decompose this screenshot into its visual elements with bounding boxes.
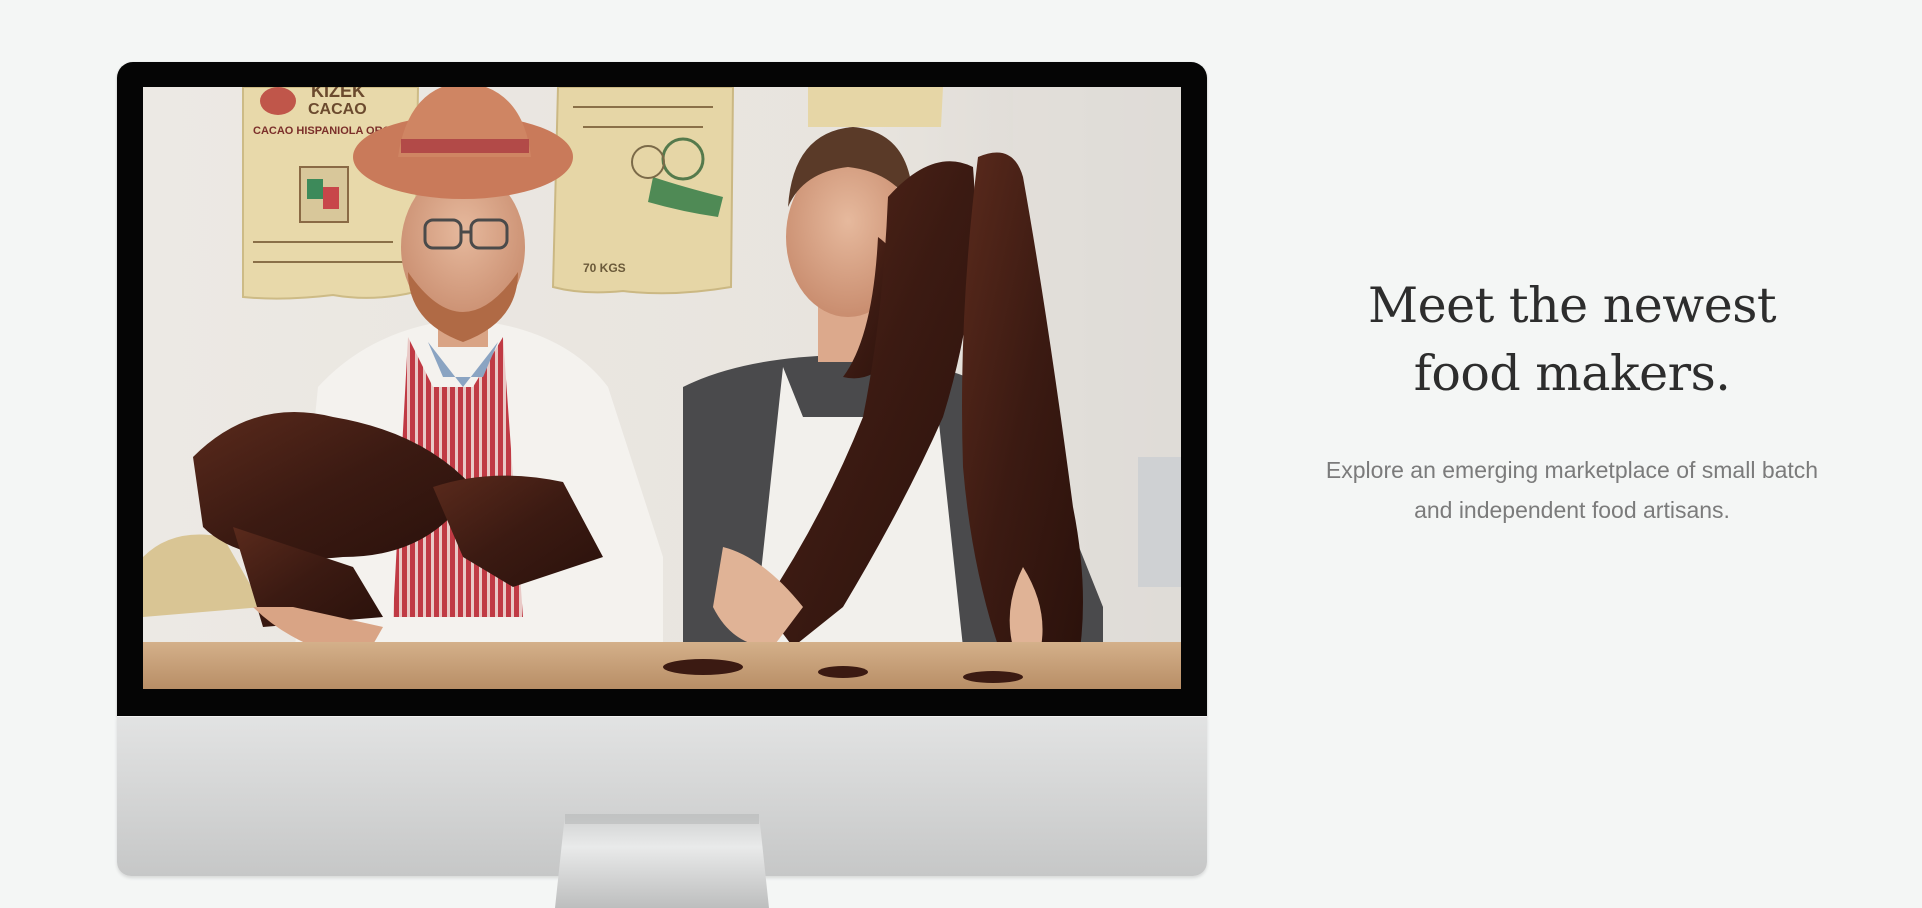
imac-screen: KIZEK CACAO CACAO HISPANIOLA ORGANICO 70…: [143, 87, 1181, 689]
cacao-sack-right: [808, 87, 943, 127]
headline-line-1: Meet the newest: [1367, 277, 1777, 334]
hero-photo: KIZEK CACAO CACAO HISPANIOLA ORGANICO 70…: [143, 87, 1181, 689]
workbench: [143, 642, 1181, 689]
svg-text:CACAO: CACAO: [308, 101, 367, 118]
cacao-sack-left: KIZEK CACAO CACAO HISPANIOLA ORGANICO: [242, 87, 427, 300]
svg-text:70 KGS: 70 KGS: [583, 261, 626, 275]
hero-headline: Meet the newest food makers.: [1270, 272, 1874, 408]
imac-device: KIZEK CACAO CACAO HISPANIOLA ORGANICO 70…: [117, 62, 1207, 908]
imac-bezel: KIZEK CACAO CACAO HISPANIOLA ORGANICO 70…: [117, 62, 1207, 716]
headline-line-2: food makers.: [1413, 345, 1731, 402]
svg-text:KIZEK: KIZEK: [311, 87, 365, 101]
hero-subcopy: Explore an emerging marketplace of small…: [1325, 457, 1819, 523]
cacao-sack-center: 70 KGS: [551, 87, 735, 295]
imac-stand: [555, 814, 769, 908]
